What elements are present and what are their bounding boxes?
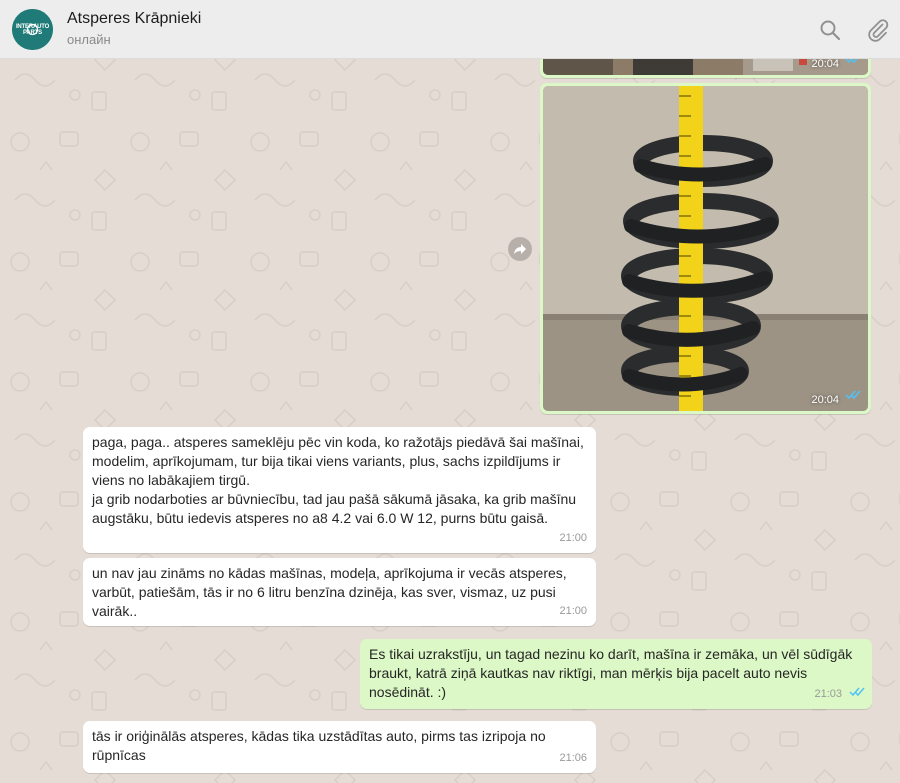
search-icon[interactable]	[818, 18, 842, 42]
message-time: 20:04	[811, 394, 839, 406]
message-text: Es tikai uzrakstīju, un tagad nezinu ko …	[369, 646, 853, 700]
double-check-icon	[845, 387, 861, 405]
message-text: tās ir oriģinālās atsperes, kādas tika u…	[92, 728, 546, 763]
message-time: 21:06	[559, 752, 587, 764]
incoming-message[interactable]: tās ir oriģinālās atsperes, kādas tika u…	[83, 721, 596, 773]
photo-spring-with-tape-measure	[543, 86, 868, 411]
message-time: 20:04	[811, 58, 839, 70]
double-check-icon	[849, 683, 865, 702]
chat-header: INTERAUTO PARTS Atsperes Krāpnieki онлай…	[0, 0, 900, 59]
message-text: un nav jau zināms no kādas mašīnas, mode…	[92, 565, 567, 619]
contact-name[interactable]: Atsperes Krāpnieki	[67, 10, 201, 28]
contact-status: онлайн	[67, 32, 111, 47]
image-message[interactable]: 20:04	[540, 83, 871, 414]
contact-avatar[interactable]: INTERAUTO PARTS	[12, 9, 53, 50]
message-text: paga, paga.. atsperes sameklēju pēc vin …	[92, 434, 584, 526]
paperclip-icon[interactable]	[866, 18, 890, 42]
outgoing-message[interactable]: Es tikai uzrakstīju, un tagad nezinu ko …	[360, 639, 872, 709]
message-time: 21:00	[559, 605, 587, 617]
incoming-message[interactable]: paga, paga.. atsperes sameklēju pēc vin …	[83, 427, 596, 553]
message-time: 21:00	[559, 532, 587, 544]
forward-icon[interactable]	[508, 237, 532, 261]
avatar-logo-text: INTERAUTO PARTS	[15, 24, 50, 36]
photo[interactable]	[543, 86, 868, 411]
message-time: 21:03	[814, 688, 842, 700]
incoming-message[interactable]: un nav jau zināms no kādas mašīnas, mode…	[83, 558, 596, 626]
